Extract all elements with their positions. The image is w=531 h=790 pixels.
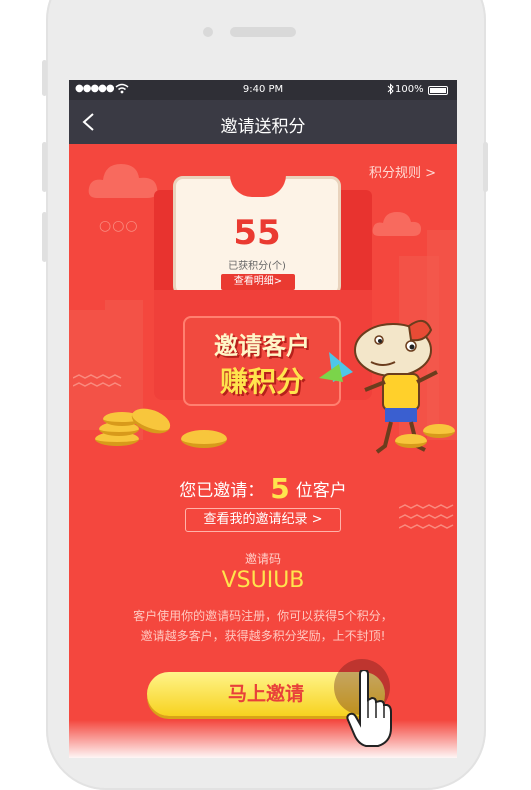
points-label: 已获积分(个) [228,261,286,272]
points-value: 55 [233,213,281,253]
navigation-bar: 邀请送积分 [69,100,457,144]
points-rules-link[interactable]: 积分规则 > [369,162,436,181]
invited-count: 5 [270,472,290,505]
invite-description: 客户使用你的邀请码注册，你可以获得5个积分， 邀请越多客户，获得越多积分奖励，上… [69,606,457,646]
decorative-circles: ○○○ [99,218,139,234]
decorative-zigzag [399,504,454,529]
battery-percent: 100% [395,84,424,95]
bluetooth-icon [387,83,394,95]
view-invite-records-button[interactable]: 查看我的邀请纪录 > [185,508,341,532]
card-notch [230,175,286,197]
status-bar: ●●●●● 9:40 PM 100% [69,80,457,100]
invite-description-line2: 邀请越多客户，获得越多积分奖励，上不封顶! [140,629,386,643]
pointing-hand-icon [346,670,392,747]
coin-icon [395,434,427,448]
page-title: 邀请送积分 [220,117,306,137]
invited-summary: 您已邀请： 5 位客户 [69,472,457,505]
cloud-icon [88,164,158,198]
background-building [69,310,105,430]
volume-up-button [42,142,47,192]
points-card: 55 已获积分(个) 查看明细> [173,175,341,296]
invite-code-value: VSUIUB [221,568,305,593]
app-screen: ●●●●● 9:40 PM 100% 邀请送积分 ○○○ 积分规则 > 55 已… [69,80,457,758]
mute-switch [42,60,47,96]
invited-suffix: 位客户 [295,481,347,501]
coin-icon [423,424,455,438]
invite-code-label: 邀请码 [244,552,281,566]
view-details-button[interactable]: 查看明细> [221,274,295,290]
coin-icon [181,430,227,448]
invited-prefix: 您已邀请： [179,481,265,501]
battery-icon [428,86,448,95]
invite-description-line1: 客户使用你的邀请码注册，你可以获得5个积分， [133,609,393,623]
decorative-zigzag [73,374,122,387]
volume-down-button [42,212,47,262]
earpiece-speaker [230,27,296,37]
bottom-fade [69,720,457,758]
power-button [483,142,488,192]
cloud-icon [372,212,421,236]
proximity-sensor [203,27,213,37]
